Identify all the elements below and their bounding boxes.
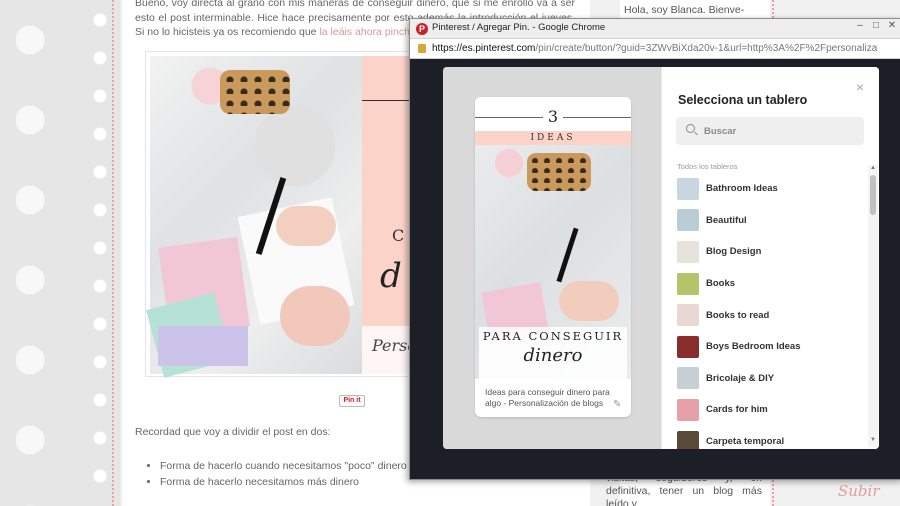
pin-preview-card: 3 IDEAS PARA CONSEGUIR dinero Ideas para… xyxy=(475,97,631,417)
maximize-button[interactable]: □ xyxy=(869,19,883,33)
scroll-up-icon[interactable]: ▲ xyxy=(870,165,876,171)
board-name: Beautiful xyxy=(706,214,747,226)
board-name: Cards for him xyxy=(706,404,768,416)
pencil-icon[interactable]: ✎ xyxy=(613,399,621,410)
board-item[interactable]: Boys Bedroom Ideas xyxy=(662,331,868,363)
board-search[interactable] xyxy=(676,117,864,145)
board-item[interactable]: Books to read xyxy=(662,299,868,331)
lace-border-left xyxy=(0,0,120,506)
board-selector-heading: Selecciona un tablero xyxy=(678,93,808,107)
intro-link[interactable]: la leáis ahora pinch xyxy=(319,26,409,38)
chrome-popup-window: P Pinterest / Agregar Pin. - Google Chro… xyxy=(409,18,900,480)
board-thumbnail xyxy=(677,240,699,263)
post-image: C d Perso xyxy=(145,51,435,378)
board-thumbnail xyxy=(677,398,699,421)
modal-overlay: 3 IDEAS PARA CONSEGUIR dinero Ideas para… xyxy=(410,59,900,479)
list-item: Forma de hacerlo necesitamos más dinero xyxy=(160,474,407,490)
board-name: Blog Design xyxy=(706,246,762,258)
post-bullet-list: Forma de hacerlo cuando necesitamos "poc… xyxy=(160,458,407,490)
board-thumbnail xyxy=(677,272,699,295)
image-letter-small: C xyxy=(392,226,405,245)
pin-description[interactable]: Ideas para conseguir dinero para algo - … xyxy=(485,387,615,409)
board-name: Boys Bedroom Ideas xyxy=(706,341,801,353)
hand-ring xyxy=(280,286,350,346)
pin-create-dialog: 3 IDEAS PARA CONSEGUIR dinero Ideas para… xyxy=(443,67,879,449)
pin-it-button[interactable]: Pin it xyxy=(339,395,365,407)
board-name: Bathroom Ideas xyxy=(706,183,778,195)
image-letter-big: d xyxy=(380,256,402,296)
pin-title-line2: dinero xyxy=(523,345,583,366)
scrollbar-thumb[interactable] xyxy=(870,175,876,215)
flower xyxy=(495,149,523,177)
close-icon[interactable]: × xyxy=(856,79,864,95)
window-titlebar[interactable]: P Pinterest / Agregar Pin. - Google Chro… xyxy=(410,19,900,39)
pin-number: 3 xyxy=(543,106,563,128)
pin-title-line1: PARA CONSEGUIR xyxy=(482,329,624,343)
board-thumbnail xyxy=(677,209,699,232)
board-item[interactable]: Blog Design xyxy=(662,236,868,268)
post-paragraph: Recordad que voy a dividir el post en do… xyxy=(135,426,331,438)
pin-preview-pane: 3 IDEAS PARA CONSEGUIR dinero Ideas para… xyxy=(443,67,661,449)
lock-icon xyxy=(418,44,426,53)
board-item[interactable]: Bathroom Ideas xyxy=(662,173,868,205)
hand xyxy=(559,281,619,321)
board-name: Bricolaje & DIY xyxy=(706,372,775,384)
scroll-top-link[interactable]: Subir xyxy=(838,482,880,500)
pin-ideas-label: IDEAS xyxy=(475,131,631,145)
scroll-down-icon[interactable]: ▼ xyxy=(870,437,876,443)
board-thumbnail xyxy=(677,367,699,390)
violet-card xyxy=(158,326,248,366)
boards-section-label: Todos los tableros xyxy=(677,162,738,171)
search-icon xyxy=(686,124,695,133)
window-controls: – □ ✕ xyxy=(851,19,899,33)
board-item[interactable]: Carpeta temporal xyxy=(662,426,868,449)
url-host: https://es.pinterest.com xyxy=(432,43,536,54)
board-item[interactable]: Bricolaje & DIY xyxy=(662,363,868,395)
address-bar[interactable]: https://es.pinterest.com/pin/create/butt… xyxy=(410,39,900,59)
board-thumbnail xyxy=(677,177,699,200)
intro-link-prefix: Si no lo hicisteis ya os recomiendo que xyxy=(135,26,320,38)
hand-writing xyxy=(276,206,336,246)
leopard-clutch xyxy=(220,70,290,114)
board-item[interactable]: Cards for him xyxy=(662,394,868,426)
board-thumbnail xyxy=(677,430,699,449)
url-text[interactable]: https://es.pinterest.com/pin/create/butt… xyxy=(432,43,900,54)
board-list-scrollbar[interactable]: ▲ ▼ xyxy=(868,165,878,447)
board-item[interactable]: Beautiful xyxy=(662,205,868,237)
desk-photo xyxy=(146,56,362,378)
minimize-button[interactable]: – xyxy=(853,19,867,33)
sidebar-greeting: Hola, soy Blanca. Bienve- xyxy=(624,4,745,16)
window-title: Pinterest / Agregar Pin. - Google Chrome xyxy=(432,22,606,33)
pinterest-logo-icon: P xyxy=(416,23,428,35)
board-selector-pane: × Selecciona un tablero Todos los tabler… xyxy=(661,67,879,449)
board-thumbnail xyxy=(677,335,699,358)
board-name: Books xyxy=(706,278,736,290)
board-search-input[interactable] xyxy=(704,123,854,139)
board-list: Bathroom Ideas Beautiful Blog Design Books B… xyxy=(662,173,868,449)
url-path: /pin/create/button/?guid=3ZWvBiXda20v-1&… xyxy=(535,43,878,54)
close-window-button[interactable]: ✕ xyxy=(885,19,899,33)
pen xyxy=(556,227,579,283)
list-item: Forma de hacerlo cuando necesitamos "poc… xyxy=(160,458,407,474)
board-item[interactable]: Books xyxy=(662,268,868,300)
leopard-clutch xyxy=(527,153,591,191)
board-name: Carpeta temporal xyxy=(706,436,785,448)
board-thumbnail xyxy=(677,304,699,327)
board-name: Books to read xyxy=(706,309,770,321)
